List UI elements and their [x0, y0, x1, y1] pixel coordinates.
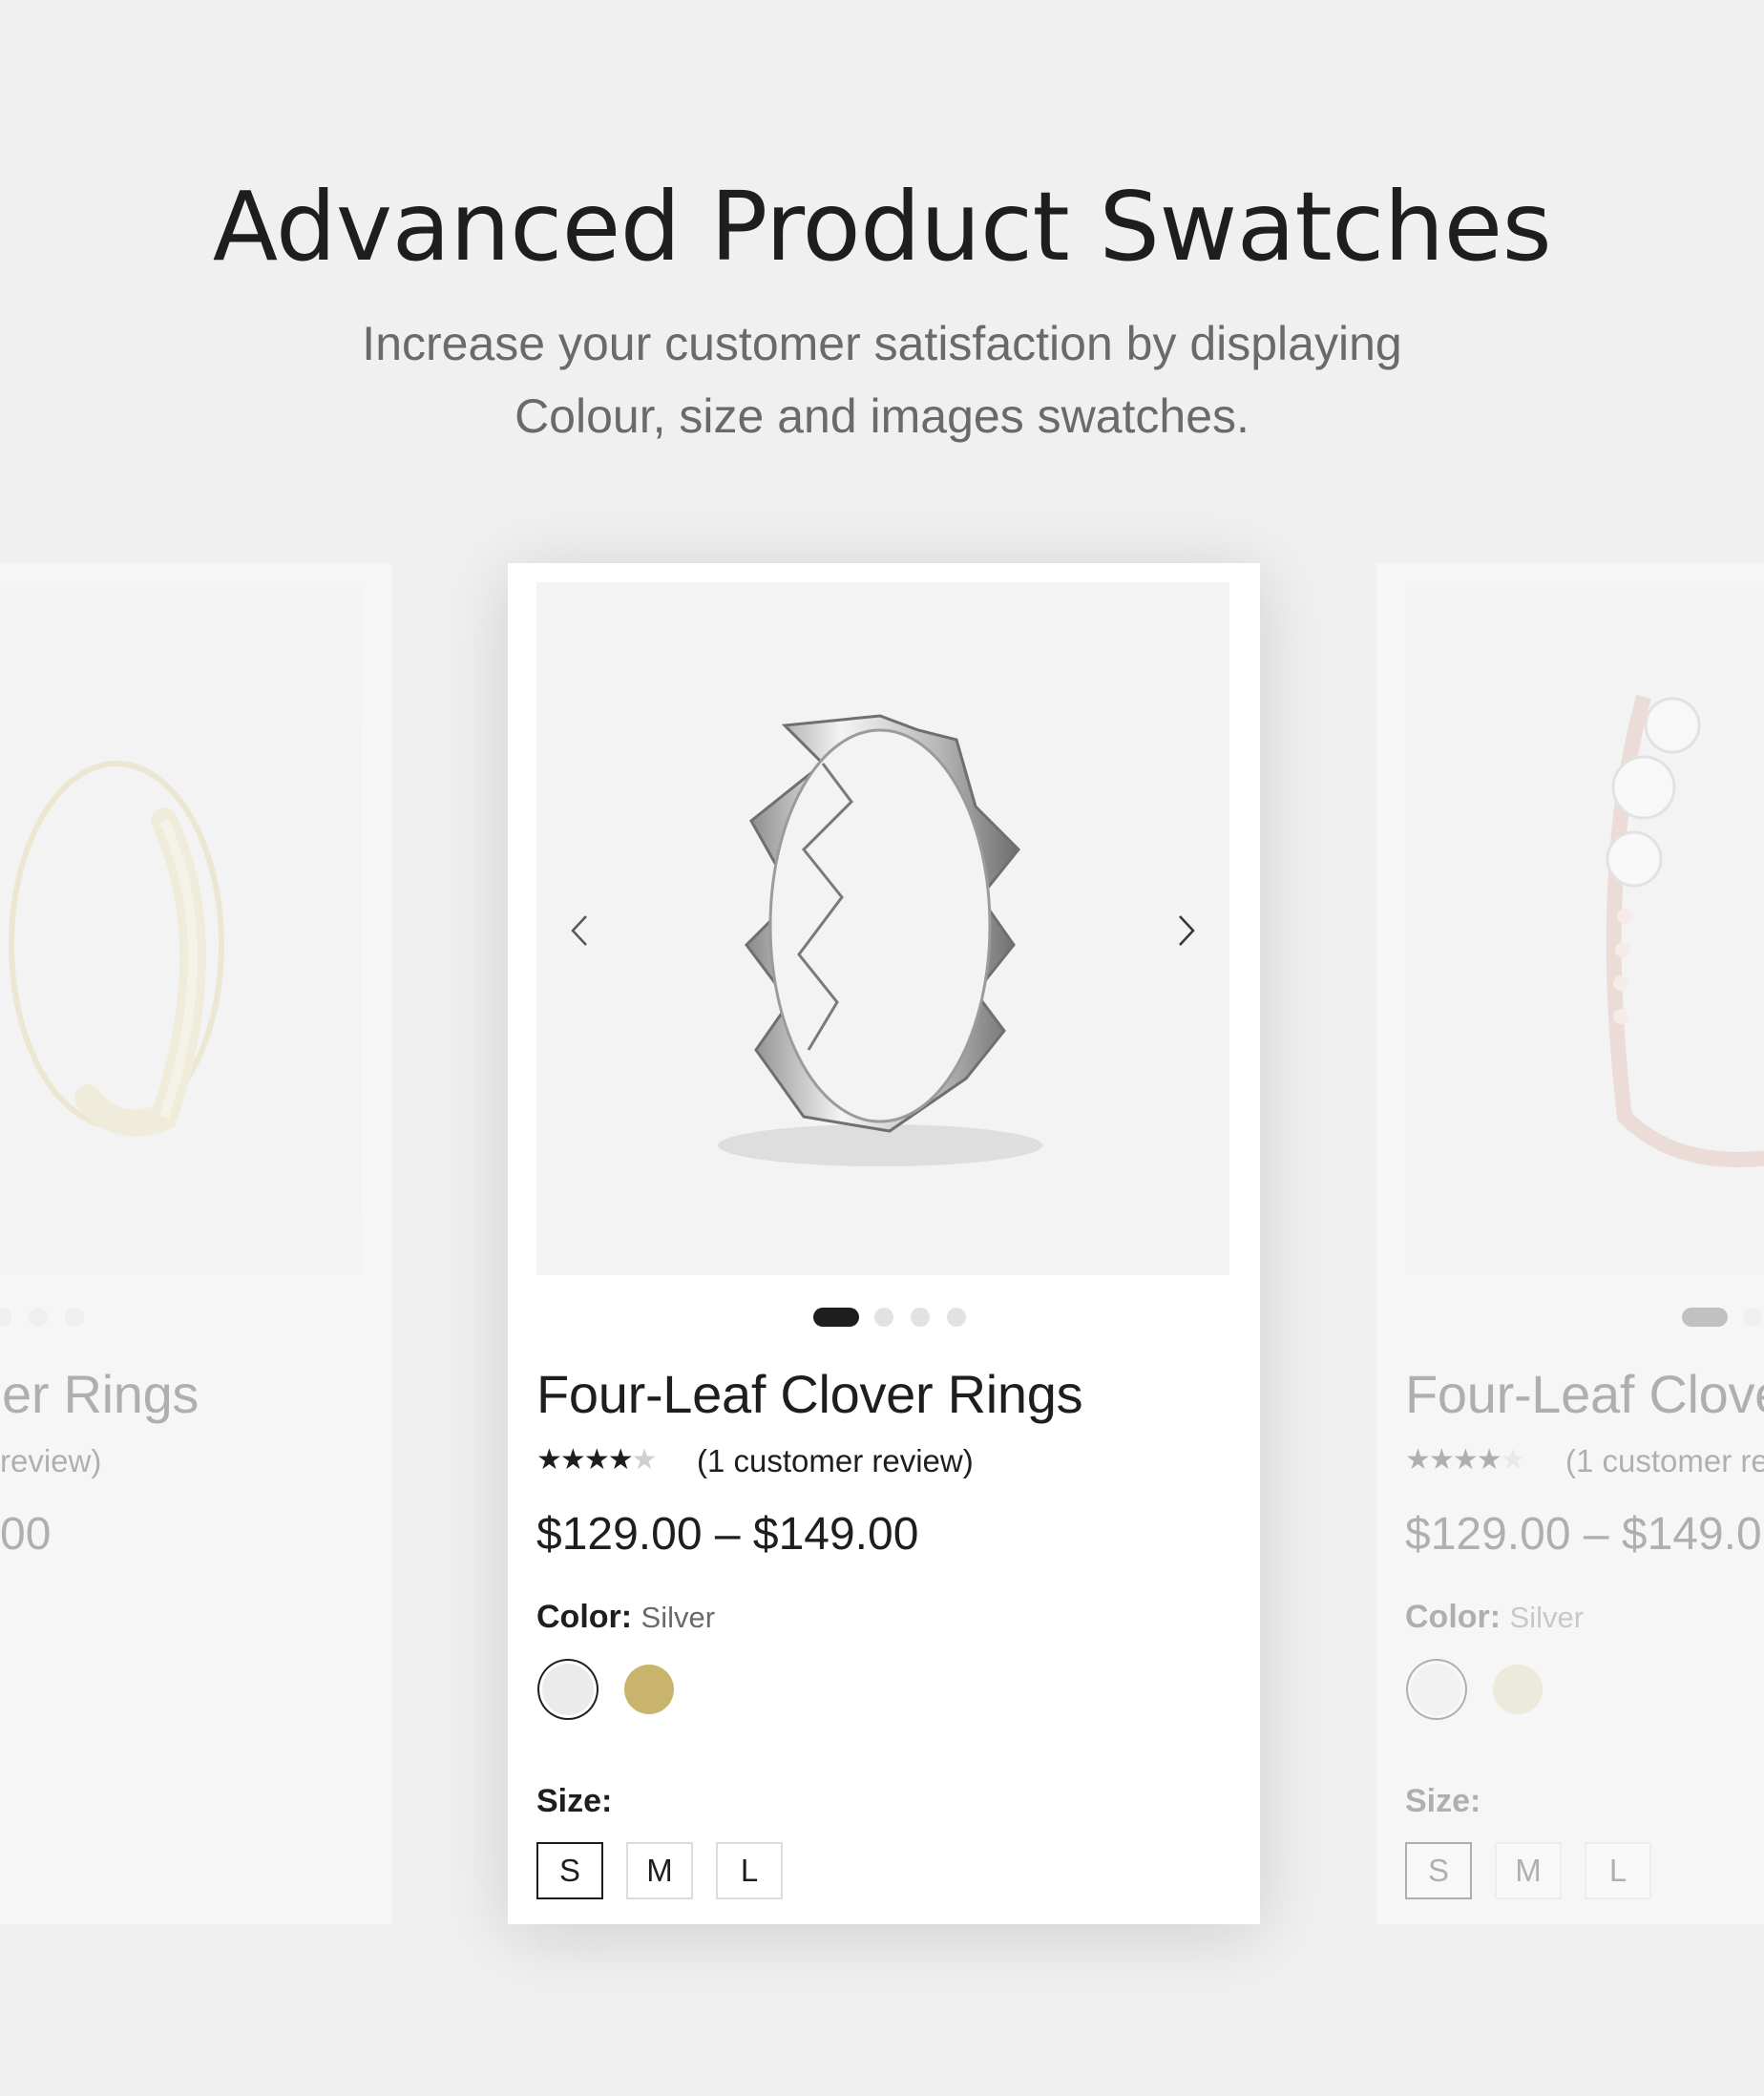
star-icon: ★	[583, 1444, 610, 1476]
image-dot[interactable]	[1743, 1308, 1762, 1327]
image-dot[interactable]	[65, 1308, 84, 1327]
size-option-s[interactable]: S	[536, 1842, 603, 1899]
product-name[interactable]: Four-Leaf Clover	[1405, 1363, 1764, 1425]
color-swatch-silver[interactable]	[1411, 1664, 1462, 1715]
subtitle-line-1: Increase your customer satisfaction by d…	[362, 317, 1402, 370]
product-image-hoop[interactable]	[0, 582, 361, 1275]
product-name[interactable]: er Rings	[2, 1363, 199, 1425]
color-selected-value: Silver	[640, 1601, 716, 1634]
ring-image	[718, 714, 1042, 1166]
color-swatch-gold[interactable]	[624, 1665, 674, 1714]
star-icon: ★	[1476, 1444, 1502, 1476]
product-price: $129.00 – $149.00	[536, 1509, 919, 1560]
size-label: Size:	[536, 1783, 613, 1819]
color-label-title: Color:	[1405, 1599, 1502, 1635]
size-option-s[interactable]: S	[1405, 1842, 1472, 1899]
color-label: Color: Silver	[536, 1599, 715, 1636]
image-dot[interactable]	[0, 1308, 11, 1327]
product-image-gallery[interactable]	[536, 582, 1229, 1275]
size-label: Size:	[1405, 1783, 1481, 1819]
size-option-l[interactable]: L	[716, 1842, 783, 1899]
image-dot-active[interactable]	[1682, 1308, 1728, 1327]
star-icon: ★	[559, 1444, 586, 1476]
page-subtitle: Increase your customer satisfaction by d…	[309, 307, 1455, 452]
product-card-active[interactable]: Four-Leaf Clover Rings ★★★★★ (1 customer…	[508, 563, 1260, 1924]
clear-selection-link[interactable]: Clear	[536, 1922, 612, 1959]
star-icon: ★	[1500, 1444, 1526, 1476]
product-price: $129.00 – $149.0	[1405, 1509, 1762, 1560]
image-dot-active[interactable]	[813, 1308, 859, 1327]
product-price: 00	[0, 1509, 52, 1560]
star-rating: ★★★★★	[1405, 1443, 1526, 1477]
page-title: Advanced Product Swatches	[212, 171, 1552, 283]
color-label-title: Color:	[536, 1599, 633, 1635]
image-dot[interactable]	[29, 1308, 48, 1327]
color-swatch-gold[interactable]	[1493, 1665, 1543, 1714]
product-image-rose-ring[interactable]	[1405, 582, 1764, 1275]
star-icon: ★	[1428, 1444, 1455, 1476]
image-pagination	[508, 1303, 1260, 1327]
color-label: Color: Silver	[1405, 1599, 1584, 1636]
review-link[interactable]: (1 customer re	[1565, 1443, 1764, 1479]
star-icon: ★	[1452, 1444, 1479, 1476]
star-icon: ★	[607, 1444, 634, 1476]
image-dot[interactable]	[874, 1308, 893, 1327]
image-pagination	[0, 1303, 391, 1327]
hoop-earring-image	[9, 761, 224, 1137]
star-icon: ★	[536, 1444, 562, 1476]
product-name[interactable]: Four-Leaf Clover Rings	[536, 1363, 1083, 1425]
color-selected-value: Silver	[1509, 1601, 1585, 1634]
size-option-l[interactable]: L	[1585, 1842, 1651, 1899]
review-link[interactable]: review)	[0, 1443, 101, 1479]
subtitle-line-2: Colour, size and images swatches.	[514, 389, 1250, 443]
size-option-m[interactable]: M	[626, 1842, 693, 1899]
review-link[interactable]: (1 customer review)	[697, 1443, 974, 1479]
star-icon: ★	[631, 1444, 658, 1476]
star-rating: ★★★★★	[536, 1443, 658, 1477]
product-card-right[interactable]: Four-Leaf Clover ★★★★★ (1 customer re $1…	[1376, 563, 1764, 1924]
image-dot[interactable]	[911, 1308, 930, 1327]
image-pagination	[1376, 1303, 1764, 1327]
rose-gold-ring-image	[1606, 694, 1764, 1167]
size-option-m[interactable]: M	[1495, 1842, 1562, 1899]
chevron-left-icon[interactable]	[556, 907, 603, 954]
star-icon: ★	[1405, 1444, 1431, 1476]
chevron-right-icon[interactable]	[1163, 907, 1210, 954]
product-card-left[interactable]: er Rings review) 00	[0, 563, 391, 1924]
image-dot[interactable]	[947, 1308, 966, 1327]
color-swatch-silver[interactable]	[542, 1664, 594, 1715]
